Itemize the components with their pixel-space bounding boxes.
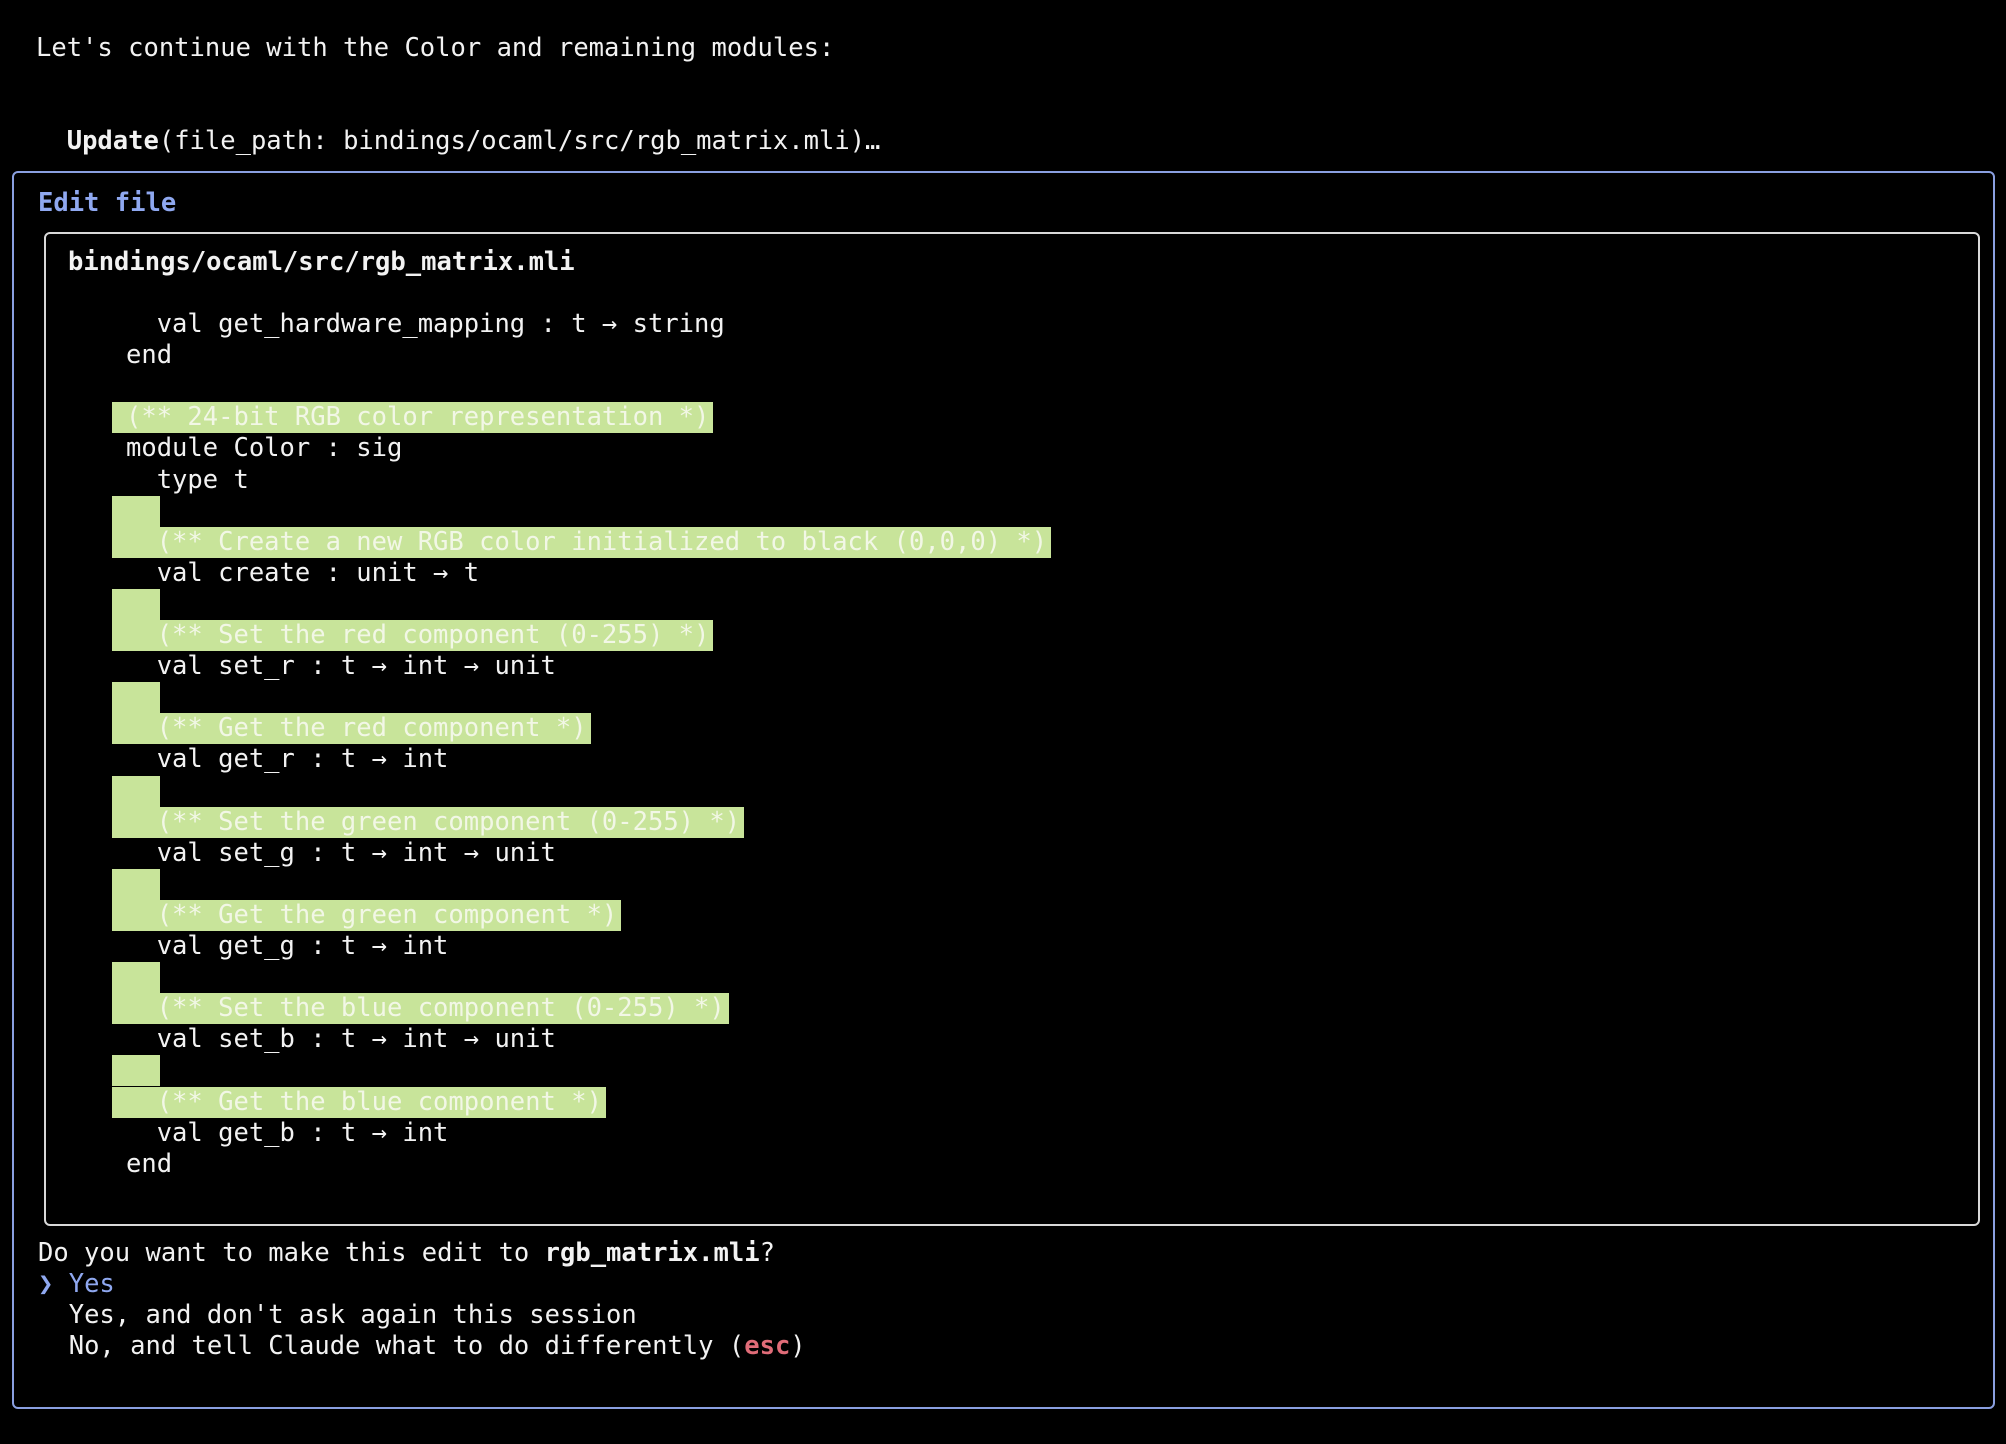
- diff-view: bindings/ocaml/src/rgb_matrix.mli val ge…: [44, 232, 1980, 1226]
- diff-added-line: (** Create a new RGB color initialized t…: [112, 527, 1052, 558]
- option-yes[interactable]: ❯ Yes: [38, 1269, 806, 1300]
- diff-added-line: (** Set the red component (0-255) *): [112, 620, 714, 651]
- diff-context-line: val set_r : t → int → unit: [126, 651, 556, 681]
- diff-context-line: type t: [126, 465, 249, 495]
- diff-context-line: val get_g : t → int: [126, 931, 449, 961]
- diff-added-line: (** Get the blue component *): [112, 1087, 606, 1118]
- diff-context-line: val get_hardware_mapping : t → string: [126, 309, 725, 339]
- diff-context-line: val set_b : t → int → unit: [126, 1024, 556, 1054]
- diff-context-line: val create : unit → t: [126, 558, 480, 588]
- tool-name: Update: [66, 126, 159, 156]
- tool-call-line: Update(file_path: bindings/ocaml/src/rgb…: [36, 95, 881, 156]
- diff-added-blank-line: [112, 962, 160, 993]
- diff-added-line: (** Get the green component *): [112, 900, 622, 931]
- diff-added-blank-line: [112, 776, 160, 807]
- diff-context-line: end: [126, 1149, 173, 1179]
- confirm-question: Do you want to make this edit to rgb_mat…: [38, 1238, 806, 1269]
- option-no-label: No, and tell Claude what to do different…: [68, 1331, 745, 1361]
- diff-added-line: (** 24-bit RGB color representation *): [112, 402, 714, 433]
- question-prefix: Do you want to make this edit to: [38, 1238, 545, 1268]
- option-yes-always[interactable]: Yes, and don't ask again this session: [38, 1300, 806, 1331]
- edit-panel-title: Edit file: [38, 188, 177, 218]
- diff-context-line: val get_r : t → int: [126, 744, 449, 774]
- esc-suffix: ): [790, 1331, 806, 1361]
- intro-message: Let's continue with the Color and remain…: [36, 33, 835, 63]
- edit-file-panel: Edit file bindings/ocaml/src/rgb_matrix.…: [12, 171, 1995, 1409]
- option-no[interactable]: No, and tell Claude what to do different…: [38, 1331, 806, 1362]
- question-suffix: ?: [759, 1238, 775, 1268]
- diff-added-line: (** Set the blue component (0-255) *): [112, 993, 729, 1024]
- diff-added-blank-line: [112, 496, 160, 527]
- diff-context-line: val set_g : t → int → unit: [126, 838, 556, 868]
- selection-pointer-icon: ❯: [38, 1269, 54, 1299]
- esc-key-hint: esc: [744, 1331, 791, 1361]
- diff-added-blank-line: [112, 682, 160, 713]
- diff-added-blank-line: [112, 1055, 160, 1086]
- option-yes-always-label: Yes, and don't ask again this session: [68, 1300, 637, 1330]
- diff-context-line: module Color : sig: [126, 433, 403, 463]
- confirm-prompt: Do you want to make this edit to rgb_mat…: [38, 1238, 806, 1362]
- diff-added-line: (** Get the red component *): [112, 713, 591, 744]
- question-file: rgb_matrix.mli: [544, 1238, 760, 1268]
- diff-context-line: end: [126, 340, 173, 370]
- diff-context-line: val get_b : t → int: [126, 1118, 449, 1148]
- diff-file-path: bindings/ocaml/src/rgb_matrix.mli: [68, 247, 575, 277]
- diff-added-blank-line: [112, 589, 160, 620]
- diff-added-line: (** Set the green component (0-255) *): [112, 807, 745, 838]
- diff-added-blank-line: [112, 869, 160, 900]
- tool-args: (file_path: bindings/ocaml/src/rgb_matri…: [158, 126, 881, 156]
- option-yes-label: Yes: [68, 1269, 115, 1299]
